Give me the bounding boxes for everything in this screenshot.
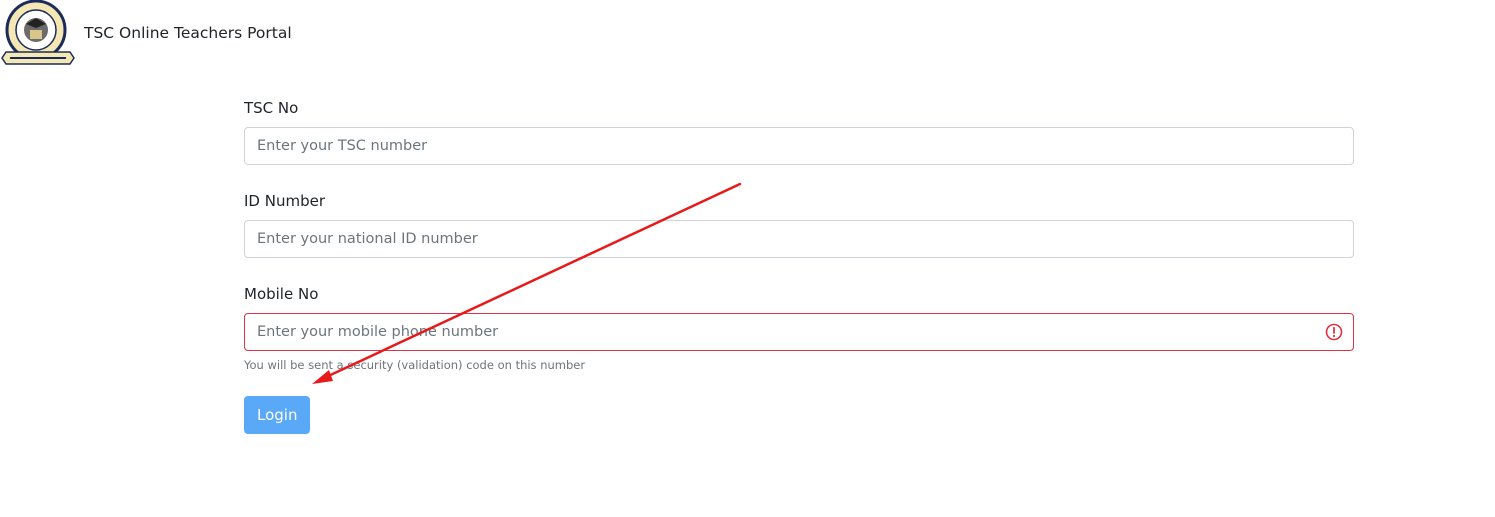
tsc-logo-icon [1,0,75,65]
mobile-no-group: Mobile No You will be sent a security (v… [244,282,1354,373]
mobile-help-text: You will be sent a security (validation)… [244,358,586,372]
id-number-group: ID Number [244,189,1354,258]
tsc-no-input-wrap [244,127,1354,165]
id-number-input-wrap [244,220,1354,258]
header: TSC Online Teachers Portal [0,0,1495,70]
login-button[interactable]: Login [244,396,311,434]
id-number-label: ID Number [244,192,325,210]
mobile-no-label: Mobile No [244,285,319,303]
tsc-no-group: TSC No [244,96,1354,165]
page: TSC Online Teachers Portal TSC No ID Num… [0,0,1495,517]
mobile-no-input-wrap [244,313,1354,351]
tsc-no-label: TSC No [244,99,299,117]
exclamation-circle-icon [1325,323,1343,341]
mobile-no-input[interactable] [244,313,1354,351]
portal-title[interactable]: TSC Online Teachers Portal [84,24,292,42]
login-form: TSC No ID Number Mobile No You will be s [244,96,1354,434]
tsc-no-input[interactable] [244,127,1354,165]
id-number-input[interactable] [244,220,1354,258]
